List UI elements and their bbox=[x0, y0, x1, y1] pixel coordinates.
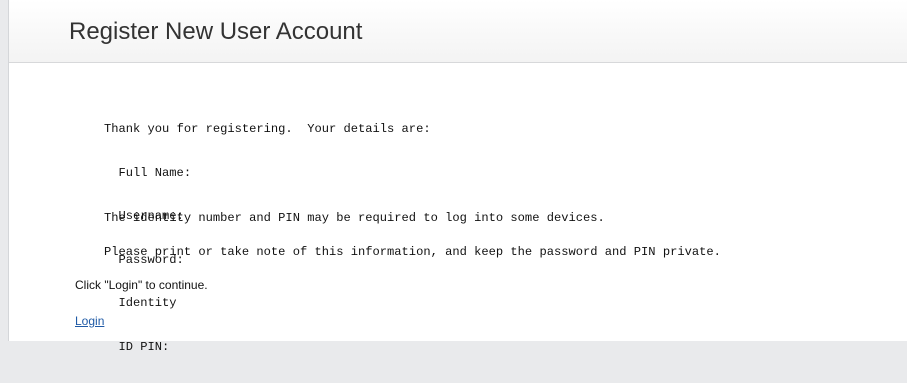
field-label-id-pin: ID PIN: bbox=[118, 339, 170, 354]
page-title: Register New User Account bbox=[69, 18, 363, 45]
panel-header: Register New User Account bbox=[9, 0, 907, 63]
print-note: Please print or take note of this inform… bbox=[104, 245, 721, 259]
registration-details: Thank you for registering. Your details … bbox=[104, 93, 431, 383]
identity-note: The identity number and PIN may be requi… bbox=[104, 211, 605, 225]
continue-instruction: Click "Login" to continue. bbox=[75, 278, 208, 292]
field-label-full-name: Full Name: bbox=[118, 165, 192, 180]
registration-panel: Register New User Account Thank you for … bbox=[8, 0, 907, 354]
login-link[interactable]: Login bbox=[75, 313, 104, 329]
field-label-identity: Identity bbox=[118, 296, 177, 310]
intro-text: Thank you for registering. Your details … bbox=[104, 122, 431, 136]
